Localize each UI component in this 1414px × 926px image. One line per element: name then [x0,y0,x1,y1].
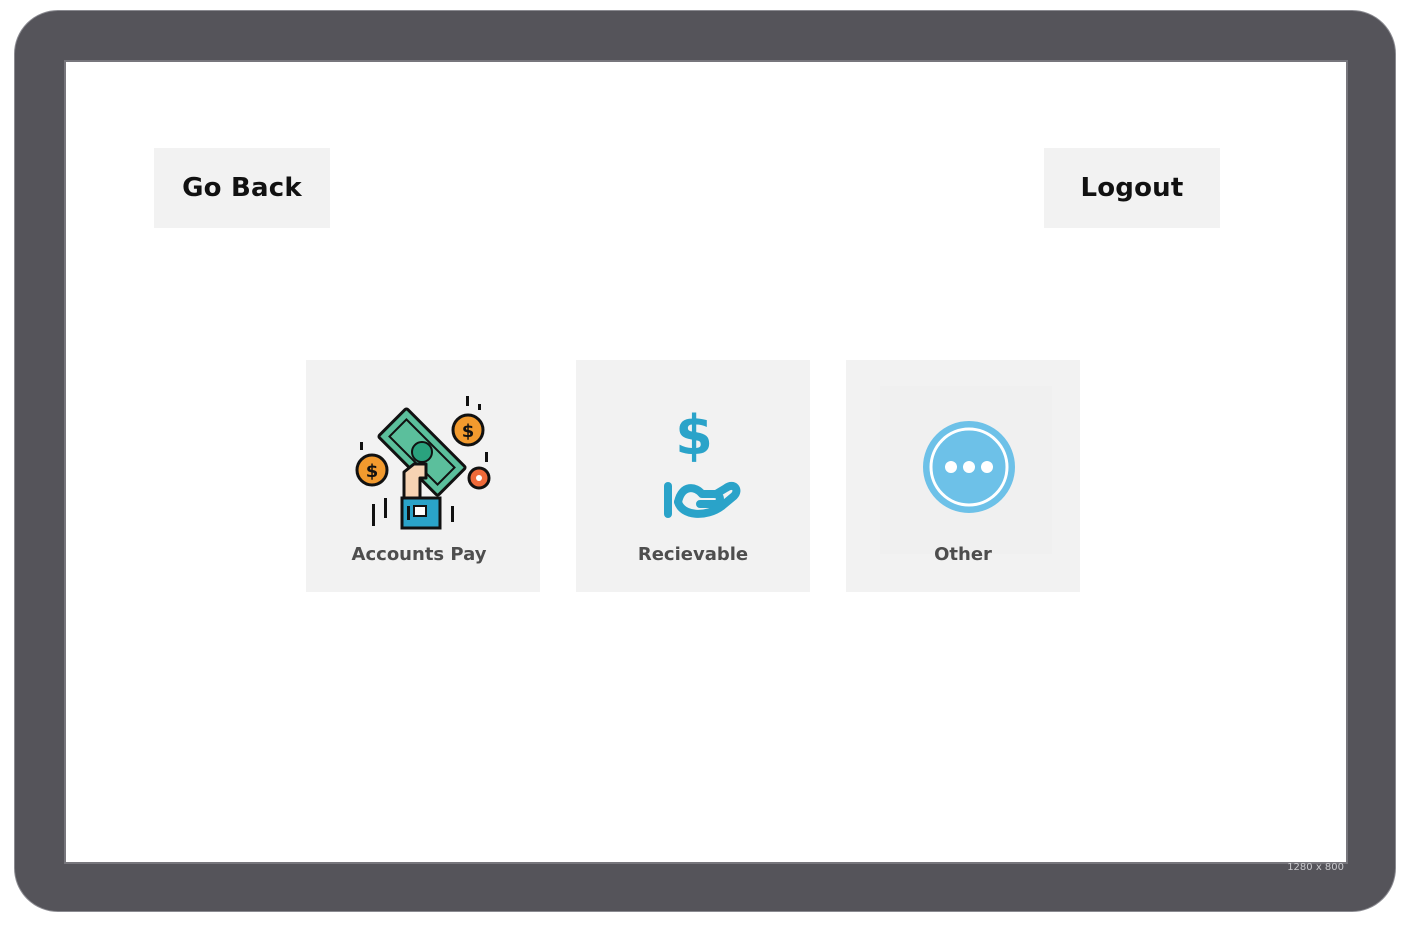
svg-text:$: $ [366,461,379,482]
app-screen: Go Back Logout $ $ Accounts Pay $ Reciev… [64,60,1348,864]
svg-text:$: $ [462,421,475,442]
logout-button[interactable]: Logout [1044,148,1220,228]
tile-label: Accounts Pay [351,544,487,565]
tile-label: Other [934,544,992,565]
screen-size-label: 1280 x 800 [1287,862,1344,873]
tile-label: Recievable [637,544,749,565]
dollar-receive-hand-icon: $ [576,394,810,536]
more-dots-icon [846,394,1080,536]
svg-text:$: $ [675,404,713,467]
go-back-button[interactable]: Go Back [154,148,330,228]
tile-recievable[interactable]: $ Recievable [576,360,810,592]
money-hand-icon: $ $ [306,394,540,536]
tile-other[interactable]: Other [846,360,1080,592]
tile-accounts-pay[interactable]: $ $ Accounts Pay [306,360,540,592]
